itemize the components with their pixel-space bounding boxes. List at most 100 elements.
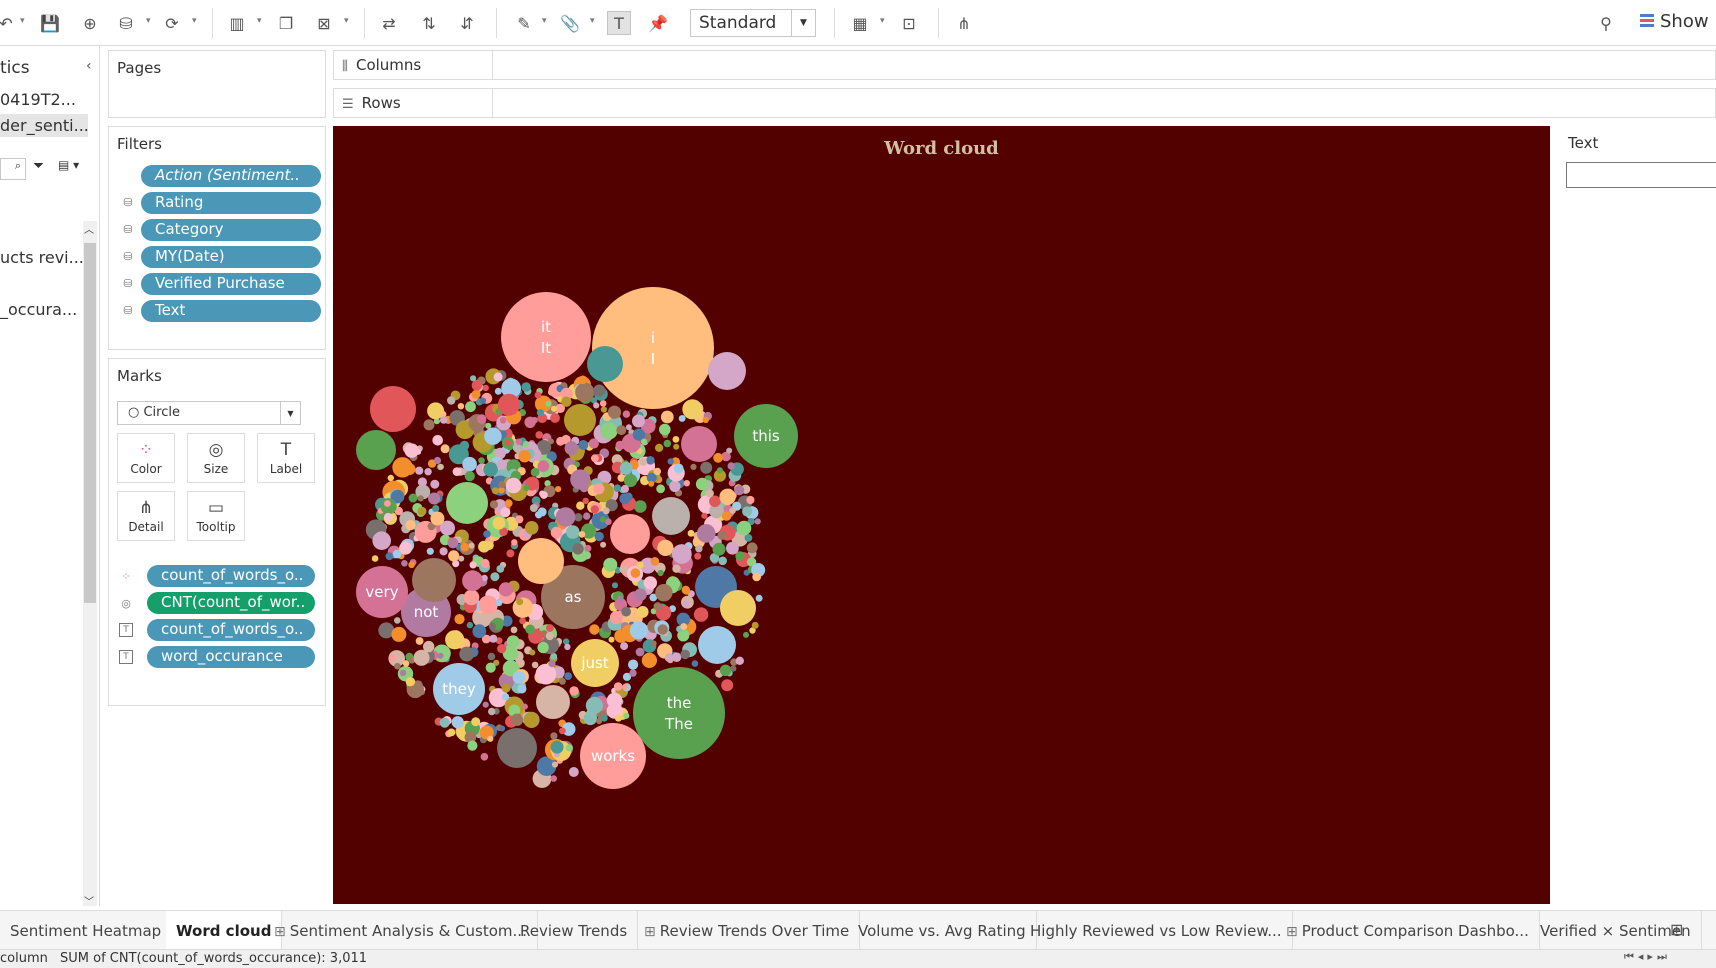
word-bubble[interactable]	[506, 549, 515, 558]
sheet-tab[interactable]: ⊞ Review Trends Over Time	[634, 911, 861, 949]
word-bubble[interactable]	[630, 568, 641, 578]
word-bubble[interactable]	[447, 537, 459, 549]
word-bubble[interactable]	[566, 525, 580, 539]
word-bubble[interactable]	[695, 545, 703, 553]
word-bubble[interactable]	[550, 413, 560, 423]
word-bubble[interactable]	[401, 560, 408, 567]
word-bubble[interactable]	[652, 497, 690, 535]
word-bubble[interactable]	[399, 669, 407, 677]
word-bubble[interactable]	[632, 414, 645, 428]
word-bubble[interactable]	[489, 634, 498, 643]
word-bubble[interactable]	[519, 617, 526, 625]
word-bubble[interactable]	[515, 515, 524, 524]
field-item[interactable]: _occura...	[0, 300, 77, 319]
word-bubble[interactable]	[534, 391, 542, 399]
word-bubble[interactable]	[614, 629, 628, 643]
sheet-tab[interactable]: ⊞ Product Comparison Dashbo...	[1276, 911, 1540, 949]
word-bubble[interactable]	[457, 403, 465, 410]
word-bubble[interactable]	[593, 402, 600, 409]
word-bubble[interactable]	[523, 711, 540, 729]
word-bubble[interactable]	[585, 696, 603, 715]
word-bubble[interactable]	[370, 386, 416, 432]
word-bubble[interactable]	[471, 380, 482, 391]
word-bubble[interactable]	[402, 660, 410, 667]
format-painter-icon[interactable]: ⚲	[1594, 11, 1618, 35]
word-bubble[interactable]	[529, 504, 538, 512]
word-bubble[interactable]	[451, 716, 464, 729]
word-bubble[interactable]	[672, 564, 681, 573]
word-bubble[interactable]	[496, 459, 507, 470]
label-button[interactable]: T Label	[257, 433, 315, 483]
word-bubble[interactable]	[505, 477, 522, 494]
word-bubble[interactable]	[487, 652, 496, 661]
chevron-down-icon[interactable]: ▼	[791, 10, 815, 36]
word-bubble[interactable]	[628, 659, 639, 670]
word-bubble[interactable]	[496, 565, 505, 573]
word-bubble[interactable]	[755, 594, 763, 602]
word-bubble[interactable]	[657, 569, 664, 577]
word-bubble[interactable]	[672, 436, 680, 443]
word-bubble[interactable]	[497, 728, 537, 768]
word-bubble[interactable]	[653, 467, 661, 476]
word-bubble[interactable]	[682, 399, 703, 420]
word-bubble[interactable]	[491, 487, 499, 495]
word-bubble[interactable]	[621, 484, 629, 493]
show-me-button[interactable]: Show M	[1640, 11, 1716, 32]
word-bubble[interactable]	[432, 505, 440, 513]
word-bubble[interactable]	[501, 683, 511, 693]
sheet-nav-icons[interactable]: ⏮◂▸⏭	[1624, 950, 1671, 964]
word-bubble[interactable]	[494, 387, 502, 395]
word-bubble[interactable]	[726, 541, 739, 555]
word-bubble[interactable]	[561, 396, 572, 407]
group-icon[interactable]: 📎	[558, 11, 582, 35]
word-bubble[interactable]	[531, 661, 539, 669]
word-bubble[interactable]	[385, 552, 394, 561]
word-bubble[interactable]	[497, 644, 507, 654]
word-bubble[interactable]	[619, 461, 633, 475]
filter-icon[interactable]: ⏷	[33, 158, 44, 174]
word-bubble[interactable]	[669, 480, 681, 492]
word-bubble[interactable]	[564, 643, 571, 651]
word-bubble[interactable]	[636, 561, 644, 569]
word-bubble[interactable]	[635, 647, 645, 657]
word-bubble[interactable]	[641, 652, 657, 669]
swap-icon[interactable]: ⇄	[377, 11, 401, 35]
word-bubble[interactable]	[735, 656, 744, 665]
word-bubble[interactable]	[583, 512, 591, 520]
word-bubble[interactable]	[548, 660, 556, 668]
word-bubble[interactable]	[633, 667, 725, 759]
word-bubble[interactable]	[433, 456, 442, 465]
rows-shelf[interactable]: ☰ Rows	[333, 88, 1716, 118]
word-bubble[interactable]	[471, 389, 481, 399]
word-bubble[interactable]	[564, 404, 596, 436]
word-bubble[interactable]	[584, 544, 592, 552]
view-options-icon[interactable]: ▤ ▾	[58, 158, 79, 172]
word-bubble[interactable]	[702, 416, 709, 424]
marks-field-pill[interactable]: count_of_words_o..	[147, 565, 315, 587]
word-bubble[interactable]	[487, 735, 494, 742]
word-bubble[interactable]	[718, 556, 727, 566]
sheet-tab[interactable]: Volume vs. Avg Rating	[848, 911, 1037, 949]
word-bubble[interactable]	[625, 424, 632, 431]
word-bubble[interactable]	[430, 511, 445, 526]
word-bubble[interactable]	[501, 292, 591, 382]
word-bubble[interactable]	[673, 443, 680, 450]
highlight-icon[interactable]: ✎	[512, 11, 536, 35]
word-bubble[interactable]	[484, 541, 494, 550]
word-bubble[interactable]	[480, 558, 490, 568]
word-bubble[interactable]	[708, 352, 746, 390]
new-worksheet-caret-icon[interactable]: ▾	[257, 16, 262, 26]
word-bubble[interactable]	[655, 443, 664, 452]
word-bubble[interactable]	[535, 431, 543, 439]
word-bubble[interactable]	[372, 531, 391, 550]
sheet-tab[interactable]: Review Trends	[510, 911, 639, 949]
scroll-down-icon[interactable]: ﹀	[84, 893, 94, 906]
word-bubble[interactable]	[440, 444, 450, 454]
word-bubble[interactable]	[656, 484, 665, 494]
word-bubble[interactable]	[594, 531, 604, 542]
word-bubble[interactable]	[356, 430, 396, 470]
word-bubble[interactable]	[468, 542, 475, 549]
word-bubble[interactable]	[717, 530, 727, 540]
word-bubble[interactable]	[678, 415, 686, 422]
highlight-caret-icon[interactable]: ▾	[542, 16, 547, 26]
